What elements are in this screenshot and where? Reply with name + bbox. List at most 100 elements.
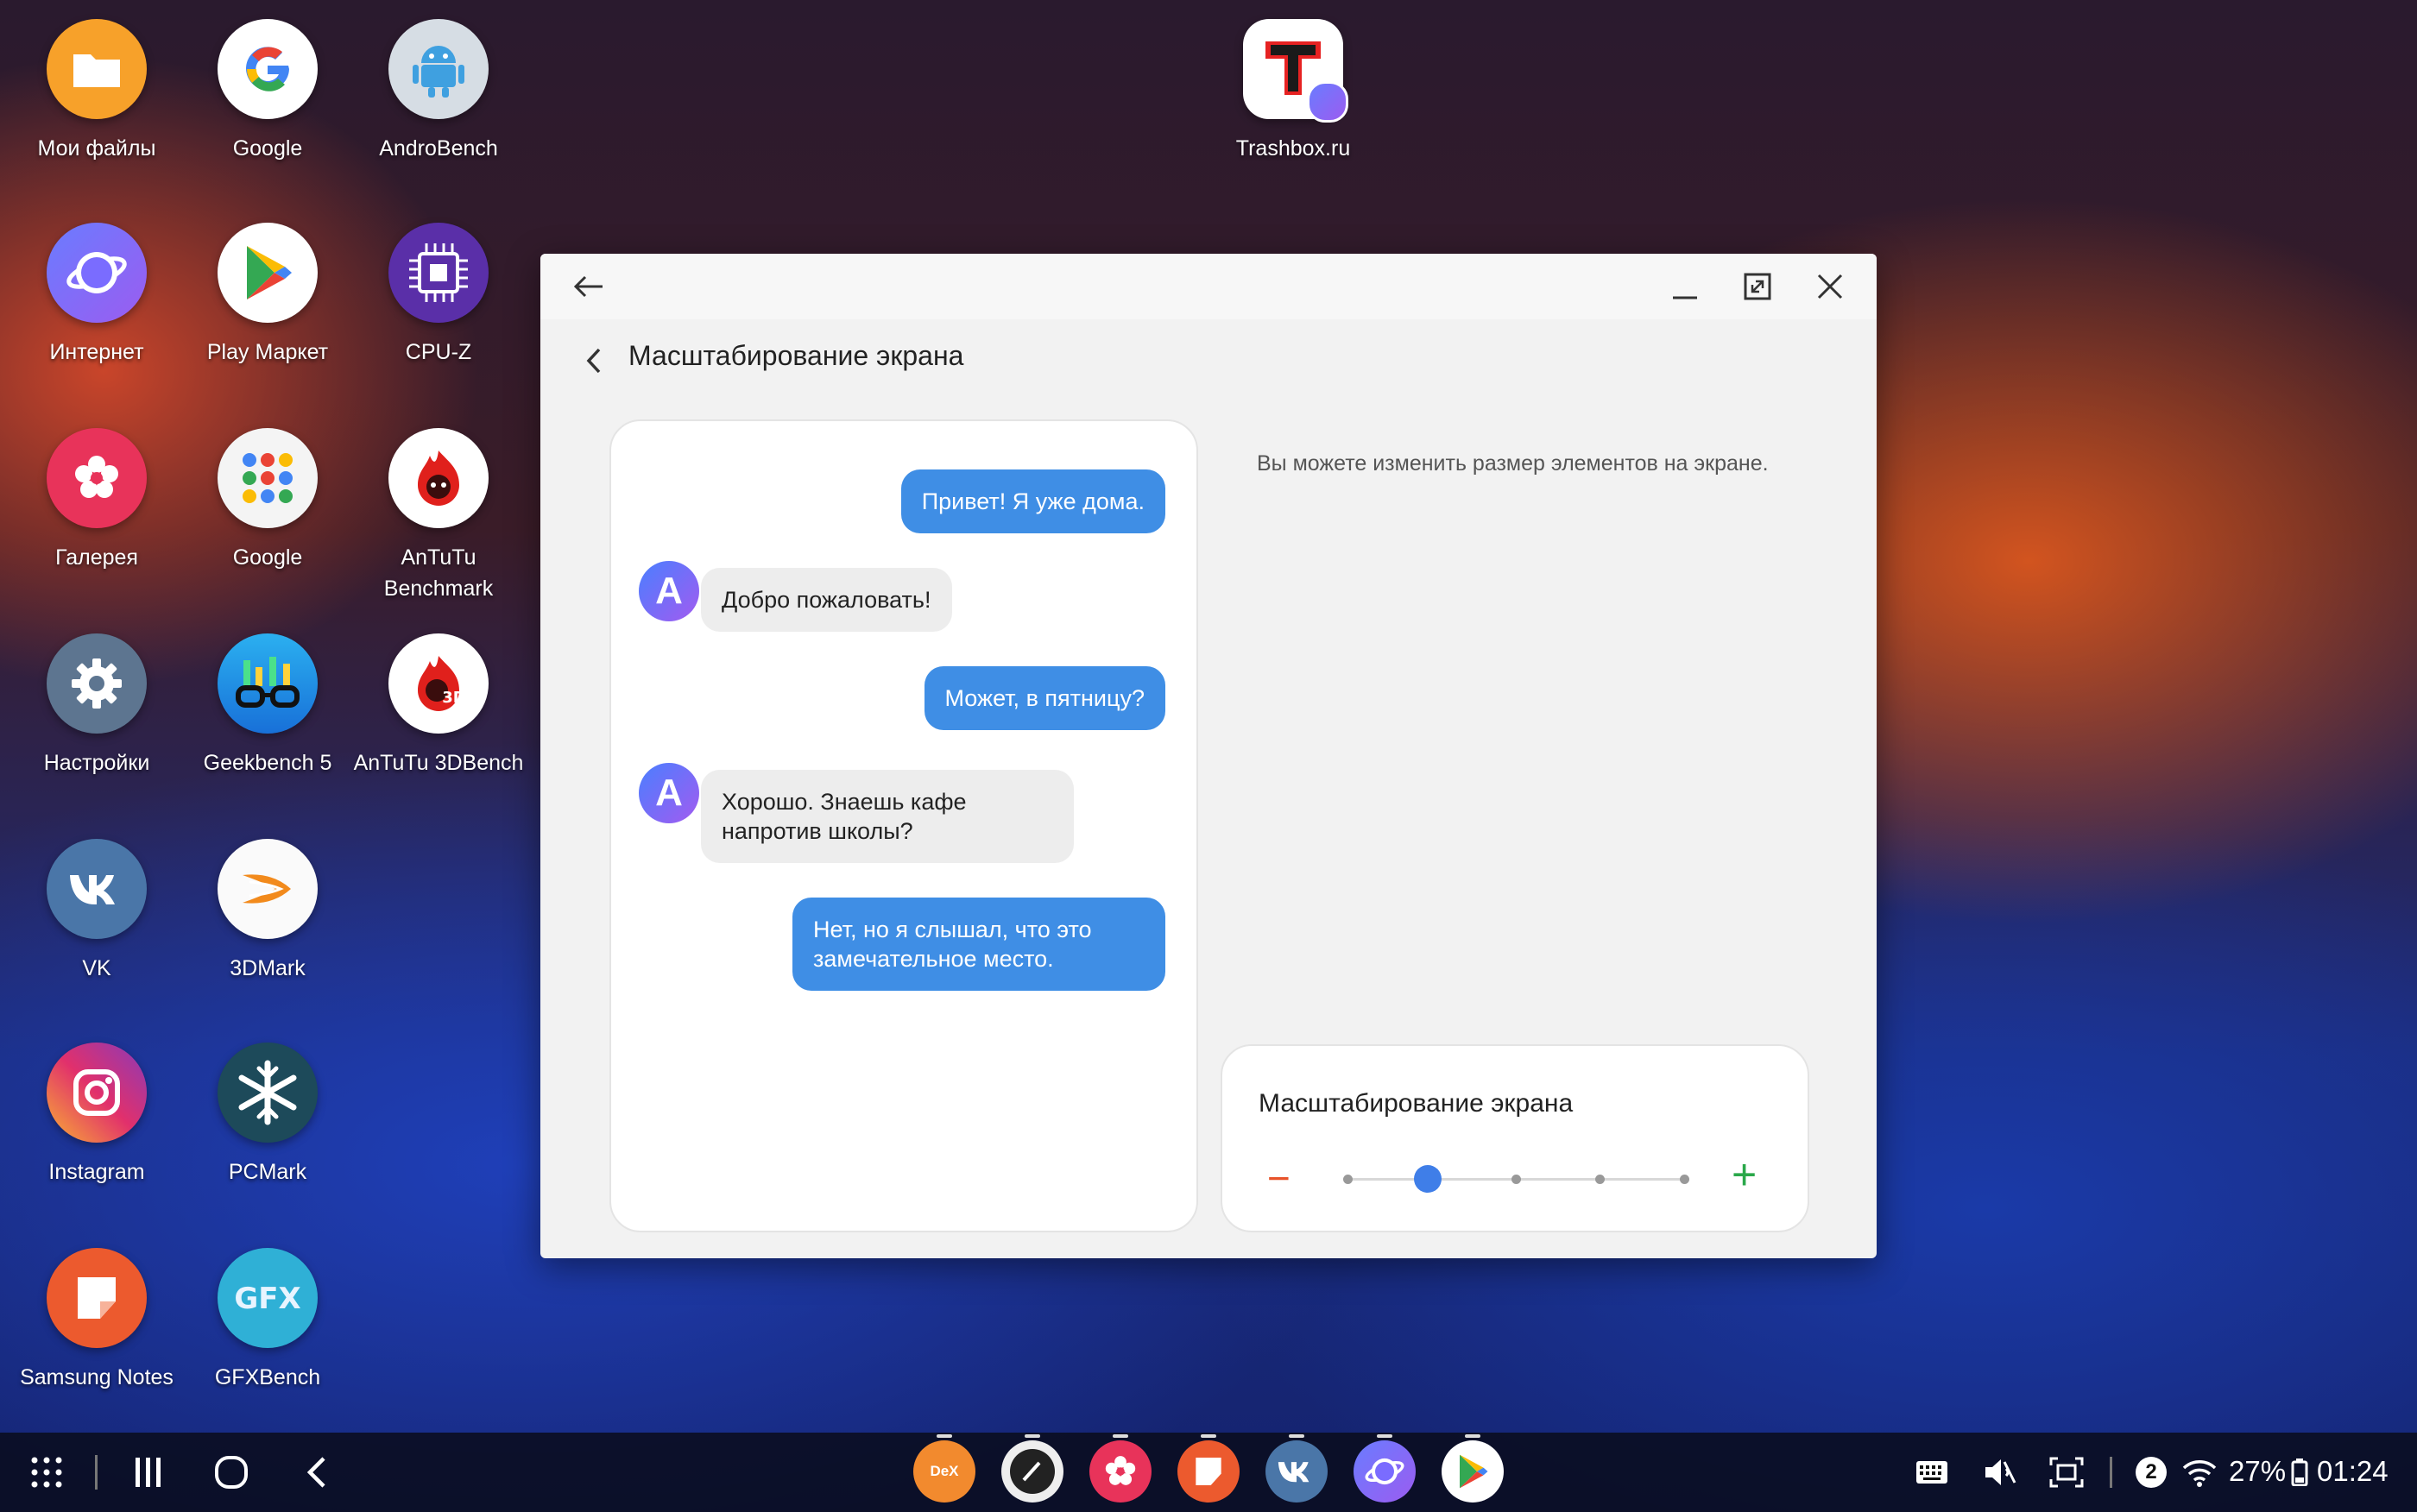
chat-bubble-outgoing: Привет! Я уже дома. bbox=[900, 469, 1165, 533]
zoom-in-button[interactable]: + bbox=[1732, 1151, 1757, 1198]
status-divider bbox=[2110, 1457, 2112, 1488]
chat-bubble-incoming: Добро пожаловать! bbox=[701, 568, 952, 632]
internet-badge-icon bbox=[1307, 81, 1348, 123]
desktop-icon-label: CPU-Z bbox=[405, 340, 472, 364]
volume-muted-icon bbox=[1985, 1459, 2016, 1485]
battery-status bbox=[2289, 1457, 2310, 1488]
chat-bubble-outgoing: Может, в пятницу? bbox=[924, 666, 1165, 730]
gallery-flower-icon bbox=[47, 428, 147, 528]
avatar: A bbox=[639, 561, 699, 621]
google-g-icon bbox=[218, 19, 318, 119]
avatar: A bbox=[639, 763, 699, 823]
desktop-icon-google[interactable]: Google bbox=[181, 19, 354, 164]
notification-count-badge[interactable]: 2 bbox=[2136, 1457, 2167, 1488]
dock-app-play-store[interactable] bbox=[1442, 1440, 1504, 1503]
zoom-out-button[interactable]: − bbox=[1267, 1156, 1291, 1200]
chevron-left-icon bbox=[306, 1457, 325, 1488]
running-indicator bbox=[937, 1434, 952, 1438]
window-titlebar[interactable] bbox=[540, 254, 1877, 319]
desktop-icon-3dmark[interactable]: 3DMark bbox=[181, 839, 354, 984]
dock-app-clock[interactable] bbox=[1001, 1440, 1063, 1503]
running-indicator bbox=[1025, 1434, 1040, 1438]
screen-zoom-title: Масштабирование экрана bbox=[1259, 1089, 1574, 1118]
desktop-icon-gfxbench[interactable]: GFX GFXBench bbox=[181, 1248, 354, 1393]
window-minimize-button[interactable] bbox=[1663, 264, 1707, 309]
recent-apps-button[interactable] bbox=[128, 1452, 169, 1493]
desktop-icon-trashbox[interactable]: Trashbox.ru bbox=[1207, 19, 1379, 164]
desktop-icon-internet[interactable]: Интернет bbox=[10, 223, 183, 368]
desktop-icon-settings[interactable]: Настройки bbox=[10, 633, 183, 778]
screen-capture-button[interactable] bbox=[2048, 1453, 2086, 1491]
zoom-slider-step[interactable] bbox=[1595, 1175, 1605, 1184]
desktop-icon-antutu-3d[interactable]: 3D AnTuTu 3DBench bbox=[352, 633, 525, 778]
window-back-button[interactable] bbox=[566, 264, 611, 309]
keyboard-button[interactable] bbox=[1913, 1455, 1951, 1490]
desktop-icon-antutu[interactable]: AnTuTu Benchmark bbox=[352, 428, 525, 604]
settings-window: Масштабирование экрана Привет! Я уже дом… bbox=[540, 254, 1877, 1258]
desktop-icon-androbench[interactable]: AndroBench bbox=[352, 19, 525, 164]
dock-app-internet[interactable] bbox=[1354, 1440, 1416, 1503]
wifi-icon bbox=[2182, 1460, 2217, 1487]
chevron-left-icon bbox=[586, 348, 601, 374]
google-apps-folder-icon bbox=[218, 428, 318, 528]
system-back-button[interactable] bbox=[295, 1452, 337, 1493]
desktop-icon-label: Мои файлы bbox=[37, 136, 156, 161]
desktop-icon-cpu-z[interactable]: CPU-Z bbox=[352, 223, 525, 368]
instagram-camera-icon bbox=[47, 1043, 147, 1143]
desktop-icon-label: AnTuTu 3DBench bbox=[353, 751, 524, 775]
arrow-left-icon bbox=[573, 275, 603, 298]
chat-bubble-incoming: Хорошо. Знаешь кафе напротив школы? bbox=[701, 770, 1074, 863]
clock-icon bbox=[1010, 1449, 1055, 1494]
running-indicator bbox=[1377, 1434, 1392, 1438]
desktop-icon-label: Play Маркет bbox=[206, 340, 329, 364]
desktop-icon-play-market[interactable]: Play Маркет bbox=[181, 223, 354, 368]
window-maximize-button[interactable] bbox=[1735, 264, 1780, 309]
desktop-icon-instagram[interactable]: Instagram bbox=[10, 1043, 183, 1188]
zoom-slider-step[interactable] bbox=[1343, 1175, 1353, 1184]
notes-icon bbox=[47, 1248, 147, 1348]
battery-percent: 27% bbox=[2229, 1455, 2287, 1487]
gallery-flower-icon bbox=[1105, 1456, 1136, 1485]
desktop-icon-label: GFXBench bbox=[214, 1365, 321, 1389]
page-back-button[interactable] bbox=[577, 343, 611, 378]
window-close-button[interactable] bbox=[1808, 264, 1852, 309]
desktop-icon-vk[interactable]: VK bbox=[10, 839, 183, 984]
notes-icon bbox=[1196, 1458, 1221, 1485]
running-indicator bbox=[1465, 1434, 1480, 1438]
zoom-slider-step[interactable] bbox=[1511, 1175, 1521, 1184]
running-indicator bbox=[1201, 1434, 1216, 1438]
dock-app-gallery[interactable] bbox=[1089, 1440, 1152, 1503]
desktop-icon-label: Google bbox=[232, 136, 303, 161]
wifi-status bbox=[2180, 1453, 2218, 1491]
desktop-icon-label: VK bbox=[82, 956, 111, 980]
home-button[interactable] bbox=[211, 1452, 252, 1493]
description-text: Вы можете изменить размер элементов на э… bbox=[1257, 451, 1769, 476]
svg-text:GFX: GFX bbox=[234, 1282, 300, 1316]
samsung-internet-icon bbox=[47, 223, 147, 323]
desktop-icon-google-folder[interactable]: Google bbox=[181, 428, 354, 573]
zoom-slider-step[interactable] bbox=[1680, 1175, 1689, 1184]
apps-grid-icon bbox=[31, 1457, 62, 1488]
play-store-icon bbox=[1460, 1454, 1488, 1489]
gfxbench-logo-icon: GFX bbox=[218, 1248, 318, 1348]
apps-grid-button[interactable] bbox=[26, 1452, 67, 1493]
antutu-flame-icon bbox=[388, 428, 489, 528]
desktop-icon-pcmark[interactable]: PCMark bbox=[181, 1043, 354, 1188]
running-indicator bbox=[1289, 1434, 1304, 1438]
dock-app-dex[interactable]: DeX bbox=[913, 1440, 975, 1503]
sound-toggle[interactable] bbox=[1980, 1453, 2018, 1491]
gear-icon bbox=[47, 633, 147, 734]
desktop-icon-geekbench[interactable]: Geekbench 5 bbox=[181, 633, 354, 778]
dock-app-samsung-notes[interactable] bbox=[1177, 1440, 1240, 1503]
desktop-icon-label: Samsung Notes bbox=[20, 1365, 174, 1389]
desktop-icon-gallery[interactable]: Галерея bbox=[10, 428, 183, 573]
desktop-icon-label: Instagram bbox=[48, 1160, 145, 1184]
clock-time: 01:24 bbox=[2317, 1455, 2389, 1487]
dock-app-vk[interactable] bbox=[1265, 1440, 1328, 1503]
samsung-internet-icon bbox=[1365, 1458, 1404, 1485]
desktop-icon-samsung-notes[interactable]: Samsung Notes bbox=[10, 1248, 183, 1393]
antutu-3d-flame-icon: 3D bbox=[388, 633, 489, 734]
desktop-icon-my-files[interactable]: Мои файлы bbox=[10, 19, 183, 164]
desktop-icon-label: Google bbox=[232, 545, 303, 570]
zoom-slider-thumb[interactable] bbox=[1414, 1165, 1442, 1193]
